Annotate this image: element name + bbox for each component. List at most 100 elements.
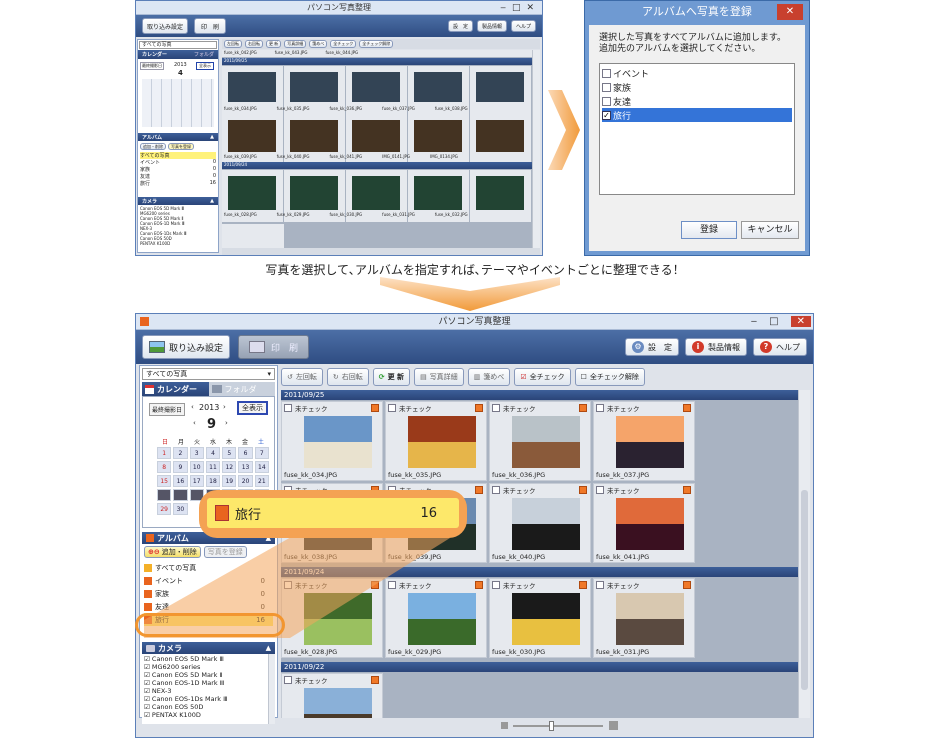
photo-checkbox[interactable] bbox=[492, 404, 500, 412]
camera-item[interactable]: ☑ Canon EOS 5D Mark Ⅱ bbox=[144, 671, 273, 679]
dialog-close-icon[interactable]: ✕ bbox=[777, 4, 803, 20]
print-button[interactable]: 印 刷 bbox=[238, 335, 310, 359]
camera-item[interactable]: ☑ PENTAX K100D bbox=[144, 711, 273, 719]
calendar-day[interactable]: 17 bbox=[189, 475, 204, 487]
top-import-button[interactable]: 取り込み設定 bbox=[142, 18, 189, 34]
dialog-ok-button[interactable]: 登録 bbox=[681, 221, 737, 239]
camera-collapse-icon[interactable]: ▲ bbox=[266, 644, 271, 652]
show-all-button[interactable]: 全表示 bbox=[237, 401, 268, 415]
dialog-option-travel[interactable]: ✓ 旅行 bbox=[602, 108, 792, 122]
main-window-controls[interactable]: ‒□ ✕ bbox=[751, 314, 811, 330]
top-zoom-bar[interactable] bbox=[222, 248, 540, 255]
photo-checkbox[interactable] bbox=[596, 486, 604, 494]
flag-icon[interactable] bbox=[579, 581, 587, 589]
prev-month-icon[interactable]: ‹ bbox=[193, 419, 196, 427]
tab-calendar[interactable]: カレンダー bbox=[142, 382, 209, 396]
calendar-day[interactable]: 19 bbox=[222, 475, 237, 487]
tab-folder[interactable]: フォルダ bbox=[208, 382, 275, 396]
latest-date-button[interactable]: 最終撮影日 bbox=[149, 403, 186, 416]
camera-item[interactable]: ☑ Canon EOS 50D bbox=[144, 703, 273, 711]
photo-tile[interactable]: 未チェック fuse_kk_030.JPG bbox=[489, 578, 591, 658]
top-settings-button[interactable]: 設 定 bbox=[447, 20, 473, 32]
top-rotate-left-button[interactable]: 左回転 bbox=[224, 40, 242, 48]
dialog-checkbox[interactable] bbox=[602, 96, 611, 106]
top-latest-date-button[interactable]: 最終撮影日 bbox=[140, 62, 164, 70]
thumbnail-scrollbar[interactable] bbox=[798, 390, 810, 718]
flag-icon[interactable] bbox=[683, 404, 691, 412]
top-uncheck-all-button[interactable]: 全チェック解除 bbox=[359, 40, 394, 48]
top-help-button[interactable]: ヘルプ bbox=[510, 20, 536, 32]
refresh-button[interactable]: ⟳ 更 新 bbox=[372, 368, 411, 386]
calendar-day[interactable]: 9 bbox=[173, 461, 188, 473]
photo-checkbox[interactable] bbox=[492, 581, 500, 589]
calendar-day[interactable]: 1 bbox=[157, 447, 172, 459]
calendar-day[interactable]: 6 bbox=[238, 447, 253, 459]
zoom-large-icon[interactable] bbox=[609, 721, 618, 730]
top-calendar-tab[interactable]: カレンダー フォルダ bbox=[138, 50, 218, 59]
photo-checkbox[interactable] bbox=[284, 676, 292, 684]
calendar-day[interactable]: 11 bbox=[205, 461, 221, 473]
calendar-day[interactable]: 7 bbox=[254, 447, 269, 459]
flag-icon[interactable] bbox=[683, 486, 691, 494]
top-refresh-button[interactable]: 更 新 bbox=[266, 40, 282, 48]
top-collect-button[interactable]: 箋めべ bbox=[309, 40, 328, 48]
top-album-collapse-icon[interactable]: ▲ bbox=[210, 134, 214, 140]
flag-icon[interactable] bbox=[475, 486, 483, 494]
next-month-icon[interactable]: › bbox=[225, 419, 228, 427]
top-album-register-button[interactable]: 写真を登録 bbox=[168, 143, 194, 150]
calendar-day[interactable]: 18 bbox=[205, 475, 221, 487]
next-year-icon[interactable]: › bbox=[223, 403, 226, 411]
top-rotate-right-button[interactable]: 右回転 bbox=[245, 40, 263, 48]
help-button[interactable]: ? ヘルプ bbox=[753, 338, 807, 356]
calendar-day[interactable]: 13 bbox=[238, 461, 253, 473]
photo-tile[interactable]: 未チェック fuse_kk_040.JPG bbox=[489, 483, 591, 563]
import-settings-button[interactable]: 取り込み設定 bbox=[142, 335, 231, 359]
main-close-icon[interactable]: ✕ bbox=[790, 316, 811, 327]
photo-checkbox[interactable] bbox=[388, 404, 396, 412]
calendar-day[interactable]: 2 bbox=[173, 447, 188, 459]
photo-checkbox[interactable] bbox=[492, 486, 500, 494]
camera-item[interactable]: ☑ NEX-3 bbox=[144, 687, 273, 695]
camera-item[interactable]: ☑ Canon EOS 5D Mark Ⅲ bbox=[144, 655, 273, 663]
rotate-right-button[interactable]: ↻ 右回転 bbox=[326, 368, 369, 386]
calendar-day[interactable]: 14 bbox=[254, 461, 269, 473]
flag-icon[interactable] bbox=[475, 581, 483, 589]
top-album-item-family[interactable]: 家族 0 bbox=[140, 166, 216, 173]
dialog-option-family[interactable]: 家族 bbox=[602, 80, 792, 94]
photo-tile[interactable]: 未チェック bbox=[281, 673, 383, 718]
top-camera-item[interactable]: PENTAX K100D bbox=[140, 241, 216, 246]
calendar-day[interactable]: 20 bbox=[238, 475, 253, 487]
top-info-button[interactable]: 製品情報 bbox=[476, 20, 507, 32]
calendar-day[interactable]: 16 bbox=[173, 475, 188, 487]
photo-checkbox[interactable] bbox=[596, 581, 604, 589]
top-album-item-event[interactable]: イベント 0 bbox=[140, 159, 216, 166]
uncheck-all-button[interactable]: ☐ 全チェック解除 bbox=[574, 368, 645, 386]
calendar-day[interactable]: 3 bbox=[189, 447, 204, 459]
filter-select[interactable]: すべての写真 ▾ bbox=[142, 368, 275, 380]
calendar-day[interactable]: 12 bbox=[222, 461, 237, 473]
photo-checkbox[interactable] bbox=[284, 404, 292, 412]
calendar-day[interactable]: 5 bbox=[222, 447, 237, 459]
photo-tile[interactable]: 未チェック fuse_kk_031.JPG bbox=[593, 578, 695, 658]
dialog-cancel-button[interactable]: キャンセル bbox=[741, 221, 799, 239]
photo-tile[interactable]: 未チェック fuse_kk_036.JPG bbox=[489, 401, 591, 481]
rotate-left-button[interactable]: ↺ 左回転 bbox=[281, 368, 323, 386]
dialog-option-friends[interactable]: 友達 bbox=[602, 94, 792, 108]
camera-item[interactable]: ☑ Canon EOS-1Ds Mark Ⅲ bbox=[144, 695, 273, 703]
product-info-button[interactable]: i 製品情報 bbox=[685, 338, 747, 356]
dialog-checkbox[interactable] bbox=[602, 82, 611, 92]
top-detail-button[interactable]: 写真詳細 bbox=[284, 40, 307, 48]
settings-button[interactable]: ⚙ 設 定 bbox=[625, 338, 679, 356]
top-filter-select[interactable]: すべての写真 bbox=[139, 41, 217, 49]
top-folder-tab-label[interactable]: フォルダ bbox=[194, 51, 214, 58]
calendar-day[interactable]: 4 bbox=[205, 447, 221, 459]
camera-scrollbar[interactable] bbox=[268, 654, 275, 724]
photo-tile[interactable]: 未チェック fuse_kk_034.JPG bbox=[281, 401, 383, 481]
top-camera-collapse-icon[interactable]: ▲ bbox=[210, 198, 214, 204]
calendar-day[interactable]: 8 bbox=[157, 461, 172, 473]
camera-item[interactable]: ☑ Canon EOS-1D Mark Ⅲ bbox=[144, 679, 273, 687]
photo-detail-button[interactable]: ▤ 写真詳細 bbox=[414, 368, 464, 386]
top-album-item-friends[interactable]: 友達 0 bbox=[140, 173, 216, 180]
check-all-button[interactable]: ☑ 全チェック bbox=[514, 368, 571, 386]
flag-icon[interactable] bbox=[683, 581, 691, 589]
